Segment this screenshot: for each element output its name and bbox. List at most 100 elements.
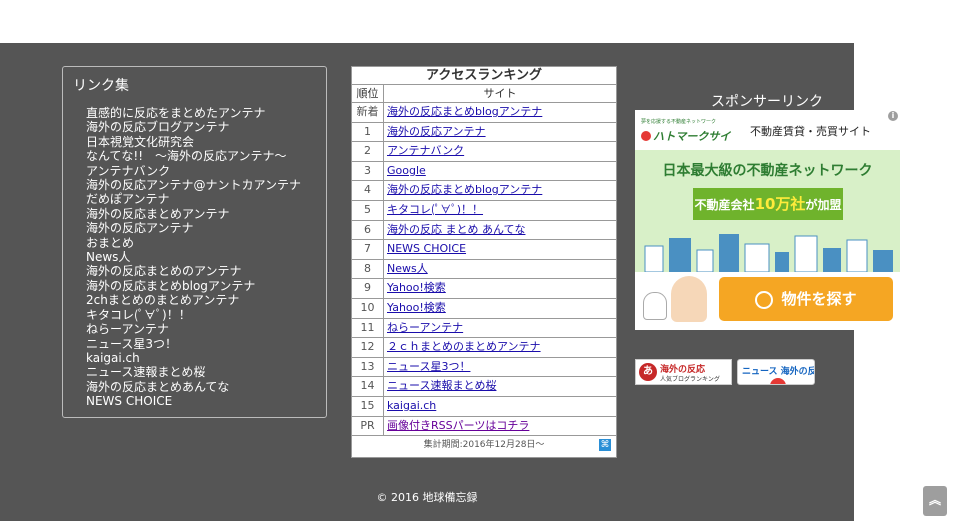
search-property-button[interactable]: 物件を探す	[719, 277, 893, 321]
ranking-period: 集計期間:2016年12月28日～	[423, 440, 545, 451]
info-icon[interactable]: i	[888, 111, 898, 121]
link-item[interactable]: 海外の反応ブログアンテナ	[86, 120, 301, 134]
rank-cell: 8	[352, 259, 384, 279]
rank-cell: PR	[352, 416, 384, 436]
rank-cell: 9	[352, 279, 384, 298]
site-link[interactable]: 海外の反応まとめblogアンテナ	[384, 103, 616, 122]
ranking-row: 7 NEWS CHOICE	[352, 240, 616, 260]
site-link[interactable]: News人	[384, 260, 616, 279]
blog-ranking-banner[interactable]: あ 海外の反応 人気ブログランキング	[635, 359, 732, 385]
rank-cell: 1	[352, 122, 384, 142]
link-item[interactable]: News人	[86, 250, 301, 264]
ad-tagline: 夢を応援する不動産ネットワーク	[641, 119, 717, 125]
ribbon-pre: 不動産会社	[694, 198, 755, 212]
site-link[interactable]: 画像付きRSSパーツはコチラ	[384, 417, 616, 436]
ranking-row: 11 ねらーアンテナ	[352, 318, 616, 339]
site-link[interactable]: ２ｃｈまとめのまとめアンテナ	[384, 338, 616, 357]
ribbon-number: 10万社	[754, 195, 806, 213]
banner2-dot-icon	[770, 378, 786, 384]
copyright: © 2016 地球備忘録	[376, 491, 478, 504]
ranking-row: 14 ニュース速報まとめ桜	[352, 377, 616, 397]
ghost-illustration	[643, 292, 667, 320]
ranking-row: 新着 海外の反応まとめblogアンテナ	[352, 103, 616, 123]
site-link[interactable]: 海外の反応 まとめ あんてな	[384, 221, 616, 240]
site-link[interactable]: 海外の反応アンテナ	[384, 123, 616, 142]
banner1-line2: 人気ブログランキング	[660, 376, 720, 383]
ranking-row: 2 アンテナバンク	[352, 142, 616, 162]
link-item[interactable]: キタコレ(ﾟ∀ﾟ)！！	[86, 308, 301, 322]
link-item[interactable]: 日本視覚文化研究会	[86, 135, 301, 149]
rank-cell: 3	[352, 161, 384, 181]
link-item[interactable]: 海外の反応アンテナ@ナントカアンテナ	[86, 178, 301, 192]
link-item[interactable]: 海外の反応まとめblogアンテナ	[86, 279, 301, 293]
site-link[interactable]: Google	[384, 162, 616, 181]
link-item[interactable]: kaigai.ch	[86, 351, 301, 365]
ad-headline: 日本最大級の不動産ネットワーク	[662, 163, 873, 179]
site-link[interactable]: ニュース星3つ！	[384, 358, 616, 377]
ranking-badge-icon: あ	[639, 363, 657, 381]
site-link[interactable]: kaigai.ch	[384, 397, 616, 416]
rank-cell: 4	[352, 181, 384, 200]
site-link[interactable]: ニュース速報まとめ桜	[384, 377, 616, 396]
site-link[interactable]: アンテナバンク	[384, 142, 616, 161]
link-item[interactable]: 海外の反応まとめアンテナ	[86, 207, 301, 221]
rank-cell: 13	[352, 357, 384, 377]
ad-ribbon: 不動産会社10万社が加盟	[693, 188, 843, 220]
ranking-logo-icon[interactable]: ⌘	[599, 439, 611, 452]
link-item[interactable]: 海外の反応アンテナ	[86, 221, 301, 235]
link-list: 直感的に反応をまとめたアンテナ 海外の反応ブログアンテナ 日本視覚文化研究会 な…	[86, 106, 301, 409]
link-item[interactable]: ねらーアンテナ	[86, 322, 301, 336]
link-item[interactable]: おまとめ	[86, 236, 301, 250]
ranking-row: 12 ２ｃｈまとめのまとめアンテナ	[352, 338, 616, 358]
ranking-row: 13 ニュース星3つ！	[352, 357, 616, 378]
search-icon	[755, 290, 774, 309]
link-item[interactable]: だめぽアンテナ	[86, 192, 301, 206]
link-item[interactable]: 海外の反応まとめあんてな	[86, 380, 301, 394]
link-item[interactable]: NEWS CHOICE	[86, 394, 301, 408]
ranking-row: 4 海外の反応まとめblogアンテナ	[352, 181, 616, 201]
link-item[interactable]: 直感的に反応をまとめたアンテナ	[86, 106, 301, 120]
cta-label: 物件を探す	[781, 290, 857, 308]
ranking-title: アクセスランキング	[352, 67, 616, 85]
link-item[interactable]: ニュース速報まとめ桜	[86, 365, 301, 379]
site-link[interactable]: Yahoo!検索	[384, 279, 616, 298]
ribbon-post: が加盟	[805, 198, 842, 212]
site-column-header: サイト	[483, 87, 517, 100]
rank-cell: 6	[352, 220, 384, 240]
rank-cell: 2	[352, 142, 384, 161]
link-collection-title: リンク集	[73, 78, 129, 94]
ranking-row: 6 海外の反応 まとめ あんてな	[352, 220, 616, 241]
site-link[interactable]: 海外の反応まとめblogアンテナ	[384, 181, 616, 200]
rank-cell: 15	[352, 396, 384, 416]
link-collection-box: リンク集 直感的に反応をまとめたアンテナ 海外の反応ブログアンテナ 日本視覚文化…	[62, 66, 327, 418]
link-item[interactable]: なんてな!! ～海外の反応アンテナ～	[86, 149, 301, 163]
double-chevron-up-icon: ︽	[928, 493, 941, 507]
site-link[interactable]: Yahoo!検索	[384, 299, 616, 318]
scroll-to-top-button[interactable]: ︽	[923, 486, 947, 516]
site-link[interactable]: ねらーアンテナ	[384, 319, 616, 338]
site-link[interactable]: キタコレ(ﾟ∀ﾟ)！！	[384, 201, 616, 220]
rank-cell: 14	[352, 377, 384, 396]
site-link[interactable]: NEWS CHOICE	[384, 240, 616, 259]
ranking-header-row: 順位 サイト	[352, 85, 616, 103]
rank-cell: 11	[352, 318, 384, 338]
sponsor-ad[interactable]: i 夢を応援する不動産ネットワーク ハトマークサイト 不動産賃貸・売買サイト 日…	[635, 110, 900, 330]
ad-bottom-area: 物件を探す	[635, 272, 900, 330]
ranking-rows: 新着 海外の反応まとめblogアンテナ 1 海外の反応アンテナ 2 アンテナバンク 3 Goo…	[352, 103, 616, 437]
news-reaction-banner[interactable]: ニュース 海外の反応	[737, 359, 815, 385]
ranking-footer: 集計期間:2016年12月28日～ ⌘	[352, 436, 616, 454]
girl-illustration	[671, 276, 707, 322]
ad-logo: 夢を応援する不動産ネットワーク ハトマークサイト	[641, 118, 737, 162]
link-item[interactable]: 海外の反応まとめのアンテナ	[86, 264, 301, 278]
ranking-row: PR 画像付きRSSパーツはコチラ	[352, 416, 616, 437]
link-item[interactable]: アンテナバンク	[86, 164, 301, 178]
ad-service-text: 不動産賃貸・売買サイト	[750, 125, 871, 138]
link-item[interactable]: ニュース星3つ！	[86, 337, 301, 351]
banner2-text: ニュース 海外の反応	[742, 367, 814, 377]
city-skyline-illustration	[644, 234, 893, 272]
ranking-row: 1 海外の反応アンテナ	[352, 122, 616, 143]
rank-cell: 12	[352, 338, 384, 357]
heart-icon	[641, 130, 651, 141]
link-item[interactable]: 2chまとめのまとめアンテナ	[86, 293, 301, 307]
top-strip	[0, 0, 953, 43]
